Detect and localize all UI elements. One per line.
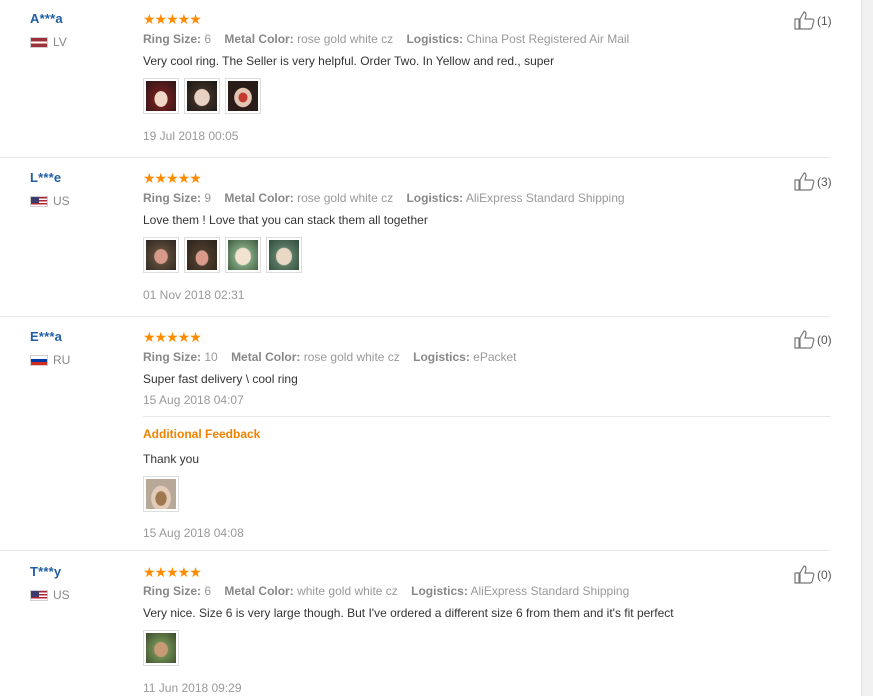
metal-color-value: rose gold white cz (303, 350, 400, 364)
review-photo[interactable] (184, 237, 220, 273)
metal-color-value: white gold white cz (297, 584, 398, 598)
russia-flag-icon (30, 354, 48, 366)
helpful-count: (3) (817, 174, 832, 189)
helpful-count: (1) (817, 13, 832, 28)
review-photo[interactable] (184, 78, 220, 114)
country-code: RU (53, 353, 71, 367)
reviewer-name[interactable]: E***a (30, 329, 62, 344)
helpful-button[interactable]: (1) (794, 11, 832, 30)
review-divider (0, 157, 830, 158)
ring-size-value: 10 (204, 350, 218, 364)
review-text: Very cool ring. The Seller is very helpf… (143, 54, 555, 68)
logistics-label: Logistics: (413, 350, 470, 364)
ring-size-value: 9 (204, 191, 212, 205)
order-info: Ring Size: 6 Metal Color: white gold whi… (143, 584, 639, 598)
review-photo[interactable] (143, 237, 179, 273)
review-photo[interactable] (225, 78, 261, 114)
review-divider (0, 550, 830, 551)
ring-size-value: 6 (204, 32, 212, 46)
review-date: 01 Nov 2018 02:31 (143, 288, 245, 302)
logistics-label: Logistics: (411, 584, 468, 598)
logistics-value: ePacket (473, 350, 517, 364)
thumbs-up-icon (794, 330, 815, 349)
review-text: Love them ! Love that you can stack them… (143, 213, 428, 227)
star-rating: ★★★★★ (143, 564, 202, 580)
metal-color-value: rose gold white cz (297, 191, 394, 205)
ring-size-label: Ring Size: (143, 191, 202, 205)
helpful-button[interactable]: (0) (794, 330, 832, 349)
reviewer-name[interactable]: L***e (30, 170, 61, 185)
review-photo[interactable] (266, 237, 302, 273)
us-flag-icon (30, 195, 48, 207)
metal-color-label: Metal Color: (224, 191, 294, 205)
review-photo[interactable] (225, 237, 261, 273)
metal-color-value: rose gold white cz (297, 32, 394, 46)
helpful-button[interactable]: (0) (794, 565, 832, 584)
reviewer-name[interactable]: T***y (30, 564, 61, 579)
review-photo[interactable] (143, 476, 179, 512)
ring-size-label: Ring Size: (143, 350, 202, 364)
page-scrollbar[interactable] (861, 0, 873, 696)
country-code: US (53, 194, 70, 208)
logistics-value: AliExpress Standard Shipping (465, 191, 625, 205)
review-photos (143, 630, 179, 666)
review-divider (0, 316, 830, 317)
reviewer-country: RU (30, 353, 70, 367)
metal-color-label: Metal Color: (224, 584, 294, 598)
thumbs-up-icon (794, 565, 815, 584)
logistics-label: Logistics: (406, 191, 464, 205)
reviewer-country: US (30, 194, 70, 208)
logistics-label: Logistics: (406, 32, 464, 46)
star-rating: ★★★★★ (143, 11, 202, 27)
order-info: Ring Size: 6 Metal Color: rose gold whit… (143, 32, 639, 46)
latvia-flag-icon (30, 36, 48, 48)
ring-size-label: Ring Size: (143, 32, 202, 46)
helpful-count: (0) (817, 567, 832, 582)
review-photo[interactable] (143, 78, 179, 114)
thumbs-up-icon (794, 11, 815, 30)
review-text: Super fast delivery \ cool ring (143, 372, 298, 386)
country-code: US (53, 588, 70, 602)
ring-size-value: 6 (204, 584, 212, 598)
review-date: 11 Jun 2018 09:29 (143, 681, 242, 695)
reviewer-country: US (30, 588, 70, 602)
logistics-value: China Post Registered Air Mail (466, 32, 630, 46)
country-code: LV (53, 35, 67, 49)
additional-feedback-date: 15 Aug 2018 04:08 (143, 526, 244, 540)
helpful-button[interactable]: (3) (794, 172, 832, 191)
order-info: Ring Size: 9 Metal Color: rose gold whit… (143, 191, 635, 205)
helpful-count: (0) (817, 332, 832, 347)
additional-feedback-text: Thank you (143, 452, 200, 466)
metal-color-label: Metal Color: (231, 350, 301, 364)
additional-feedback-photos (143, 476, 179, 512)
review-date: 19 Jul 2018 00:05 (143, 129, 239, 143)
reviewer-name[interactable]: A***a (30, 11, 63, 26)
review-text: Very nice. Size 6 is very large though. … (143, 606, 674, 620)
thumbs-up-icon (794, 172, 815, 191)
additional-feedback-title: Additional Feedback (143, 427, 261, 441)
star-rating: ★★★★★ (143, 329, 202, 345)
review-photo[interactable] (143, 630, 179, 666)
logistics-value: AliExpress Standard Shipping (470, 584, 630, 598)
reviewer-country: LV (30, 35, 67, 49)
review-photos (143, 78, 261, 114)
us-flag-icon (30, 589, 48, 601)
ring-size-label: Ring Size: (143, 584, 202, 598)
metal-color-label: Metal Color: (224, 32, 294, 46)
review-photos (143, 237, 302, 273)
order-info: Ring Size: 10 Metal Color: rose gold whi… (143, 350, 527, 364)
additional-feedback-divider (143, 416, 831, 417)
review-date: 15 Aug 2018 04:07 (143, 393, 244, 407)
star-rating: ★★★★★ (143, 170, 202, 186)
